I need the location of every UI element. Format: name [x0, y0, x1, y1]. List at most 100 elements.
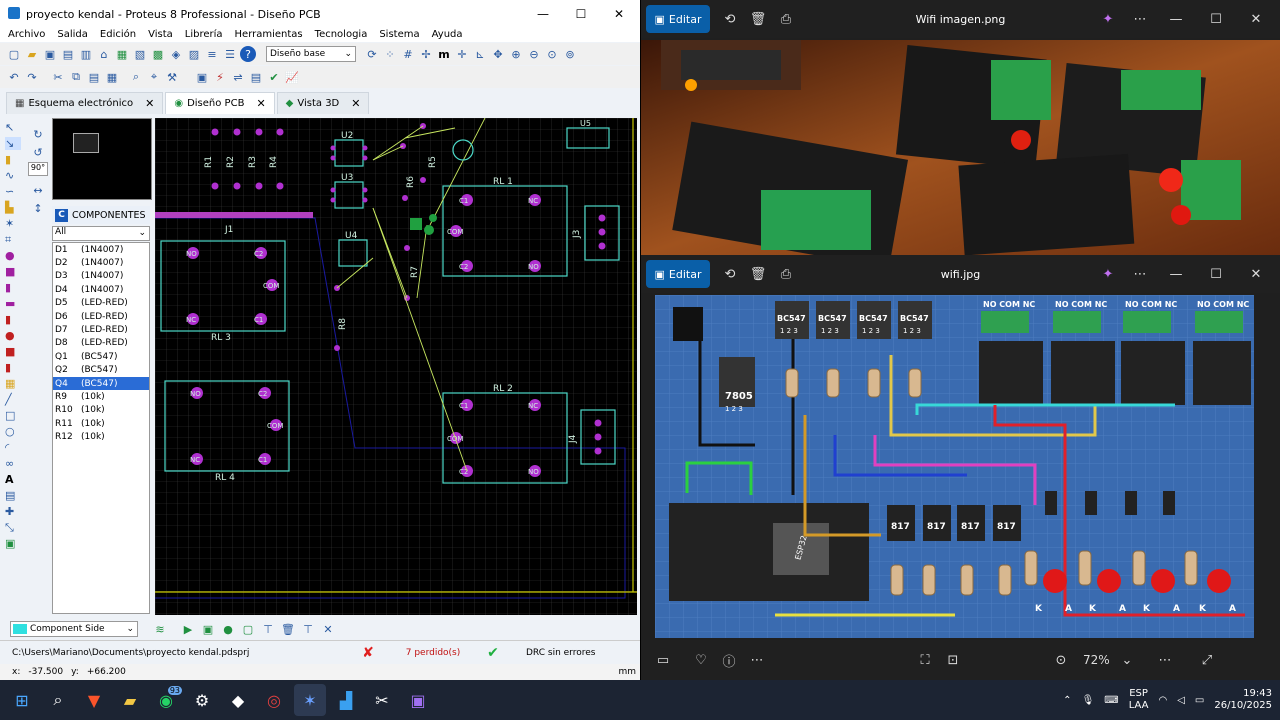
- pad-round-icon[interactable]: ●: [5, 249, 21, 262]
- component-row[interactable]: D6 (LED-RED): [53, 310, 149, 323]
- menu-salida[interactable]: Salida: [57, 29, 88, 40]
- auto-place-icon[interactable]: ▣: [194, 69, 210, 85]
- more-icon[interactable]: ⋯: [1126, 260, 1154, 288]
- export-icon[interactable]: ▥: [78, 46, 94, 62]
- print-icon[interactable]: ⎙: [772, 260, 800, 288]
- design-select[interactable]: Diseño base ⌄: [266, 46, 356, 62]
- schematic-icon[interactable]: ▧: [132, 46, 148, 62]
- maximize-button[interactable]: ☐: [1198, 5, 1234, 33]
- pause-icon[interactable]: ▢: [240, 621, 256, 637]
- pad-square-icon[interactable]: ■: [5, 265, 21, 278]
- component-row[interactable]: D7 (LED-RED): [53, 323, 149, 336]
- symbol-icon[interactable]: ▤: [5, 489, 21, 502]
- snip-icon[interactable]: ✂: [366, 684, 398, 716]
- component-row[interactable]: D3 (1N4007): [53, 270, 149, 283]
- text-extract-icon[interactable]: ⊡: [939, 646, 967, 674]
- notes-icon[interactable]: ☰: [222, 46, 238, 62]
- maximize-button[interactable]: ☐: [1198, 260, 1234, 288]
- measure-icon[interactable]: ⊾: [472, 46, 488, 62]
- pcb-canvas[interactable]: J1 R1 R2 R3 R4 U2 U3 U4 R5 R6 R7 R8 U5 R…: [155, 118, 637, 615]
- bom-icon[interactable]: ≡: [204, 46, 220, 62]
- padstack-icon[interactable]: ▦: [5, 377, 21, 390]
- component-row[interactable]: Q4 (BC547): [53, 376, 149, 391]
- pcb-selected-component[interactable]: [410, 218, 422, 230]
- component-row[interactable]: D5 (LED-RED): [53, 297, 149, 310]
- file-explorer-icon[interactable]: ▰: [114, 684, 146, 716]
- menu-libreria[interactable]: Librería: [185, 29, 223, 40]
- pad-poly-icon[interactable]: ▮: [5, 361, 21, 374]
- via-icon[interactable]: ∽: [5, 185, 21, 198]
- layers-icon[interactable]: ≋: [152, 621, 168, 637]
- redo-icon[interactable]: ↷: [24, 69, 40, 85]
- undo-icon[interactable]: ↶: [6, 69, 22, 85]
- minimize-button[interactable]: —: [1158, 5, 1194, 33]
- component-row[interactable]: R12 (10k): [53, 430, 149, 443]
- maximize-button[interactable]: ☐: [562, 0, 600, 28]
- tab-close-icon[interactable]: ✕: [145, 97, 154, 110]
- search-tag-icon[interactable]: ⌖: [146, 69, 162, 85]
- grid-dots-icon[interactable]: ⁘: [382, 46, 398, 62]
- search-icon[interactable]: ⌕: [128, 69, 144, 85]
- grid-icon[interactable]: #: [400, 46, 416, 62]
- pad-circle-icon[interactable]: ●: [5, 329, 21, 342]
- mirror-y-icon[interactable]: ↕: [30, 200, 46, 216]
- zoom-area-icon[interactable]: ⊚: [562, 46, 578, 62]
- component-row[interactable]: D8 (LED-RED): [53, 337, 149, 350]
- component-row[interactable]: R9 (10k): [53, 390, 149, 403]
- tag-icon[interactable]: ⊤: [300, 621, 316, 637]
- dimension-icon[interactable]: ⤡: [5, 521, 21, 534]
- close-button[interactable]: ✕: [1238, 260, 1274, 288]
- paint-icon[interactable]: ▟: [330, 684, 362, 716]
- menu-ayuda[interactable]: Ayuda: [432, 29, 463, 40]
- component-row[interactable]: Q2 (BC547): [53, 364, 149, 377]
- zoom-out-icon[interactable]: ⊖: [526, 46, 542, 62]
- battery-icon[interactable]: ▭: [1195, 695, 1204, 706]
- minimize-button[interactable]: —: [524, 0, 562, 28]
- origin-icon[interactable]: ✢: [418, 46, 434, 62]
- clock[interactable]: 19:43 26/10/2025: [1214, 688, 1272, 712]
- rotate-ccw-icon[interactable]: ↺: [30, 144, 46, 160]
- wrench-icon[interactable]: ✕: [320, 621, 336, 637]
- line-icon[interactable]: ╱: [5, 393, 21, 406]
- app-icon[interactable]: ◆: [222, 684, 254, 716]
- tab-close-icon[interactable]: ✕: [351, 97, 360, 110]
- pan-icon[interactable]: ✥: [490, 46, 506, 62]
- help-icon[interactable]: ?: [240, 46, 256, 62]
- layer-stack-icon[interactable]: ▤: [248, 69, 264, 85]
- tab-close-icon[interactable]: ✕: [256, 97, 265, 110]
- auto-route-icon[interactable]: ⚡: [212, 69, 228, 85]
- import-icon[interactable]: ▤: [60, 46, 76, 62]
- component-row[interactable]: D1 (1N4007): [53, 243, 149, 256]
- text-icon[interactable]: A: [5, 473, 21, 486]
- close-button[interactable]: ✕: [1238, 5, 1274, 33]
- proteus-taskbar-icon[interactable]: ✶: [294, 684, 326, 716]
- menu-tecnologia[interactable]: Tecnologia: [315, 29, 368, 40]
- tab-esquema[interactable]: ▦ Esquema electrónico ✕: [6, 92, 164, 114]
- refresh-icon[interactable]: ⟳: [364, 46, 380, 62]
- 3d-view-icon[interactable]: ▣: [5, 537, 21, 550]
- photos-icon[interactable]: ▣: [402, 684, 434, 716]
- zoom-fit-icon[interactable]: ⊙: [1047, 646, 1075, 674]
- package-icon[interactable]: ▮: [5, 153, 21, 166]
- drc-icon[interactable]: ✔: [266, 69, 282, 85]
- edit-button[interactable]: ▣ Editar: [646, 260, 710, 288]
- component-row[interactable]: D2 (1N4007): [53, 256, 149, 269]
- menu-vista[interactable]: Vista: [148, 29, 173, 40]
- more-icon[interactable]: ⋯: [743, 646, 771, 674]
- connectivity-icon[interactable]: ⌗: [5, 233, 21, 246]
- volume-icon[interactable]: ◁: [1177, 695, 1185, 706]
- close-button[interactable]: ✕: [600, 0, 638, 28]
- save-icon[interactable]: ▣: [42, 46, 58, 62]
- arc-icon[interactable]: ◜: [5, 441, 21, 454]
- pad-smt-icon[interactable]: ▮: [5, 313, 21, 326]
- component-mode-icon[interactable]: ↘: [5, 137, 21, 150]
- components-filter-select[interactable]: All ⌄: [52, 226, 150, 241]
- ratsnest-icon[interactable]: ✶: [5, 217, 21, 230]
- chevron-down-icon[interactable]: ⌄: [1113, 646, 1141, 674]
- copy-icon[interactable]: ⧉: [68, 69, 84, 85]
- crosshair-icon[interactable]: ✛: [454, 46, 470, 62]
- start-icon[interactable]: ⊞: [6, 684, 38, 716]
- run-icon[interactable]: ●: [220, 621, 236, 637]
- fit-icon[interactable]: ⛶: [911, 646, 939, 674]
- search-icon[interactable]: ⌕: [42, 684, 74, 716]
